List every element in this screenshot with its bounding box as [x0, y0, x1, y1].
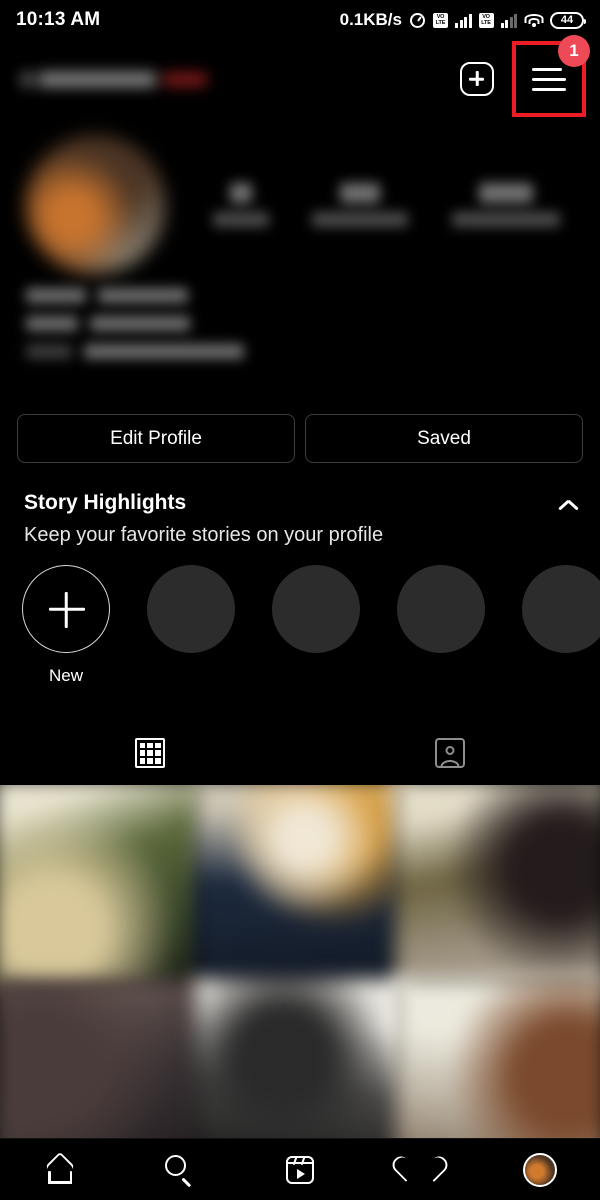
new-highlight-button[interactable]: New [22, 565, 110, 686]
create-post-button[interactable] [460, 62, 494, 96]
sim1-volte-icon: VO LTE [433, 12, 448, 28]
story-highlights-header: Story Highlights Keep your favorite stor… [0, 491, 600, 547]
tagged-photos-icon [435, 738, 465, 768]
tab-tagged[interactable] [300, 722, 600, 784]
sim2-volte-icon: VO LTE [478, 12, 494, 28]
sim1-signal-icon [455, 12, 472, 28]
grid-post-thumbnail[interactable] [0, 979, 205, 1140]
avatar-icon [523, 1152, 557, 1187]
heart-icon [405, 1156, 435, 1183]
bio-line [26, 288, 356, 303]
network-speed-text: 0.1KB/s [339, 10, 402, 29]
instagram-profile-screen: 10:13 AM 0.1KB/s VO LTE VO LTE 44 1 Edit… [0, 0, 600, 1200]
grid-post-thumbnail[interactable] [395, 785, 600, 989]
profile-avatar[interactable] [25, 135, 165, 275]
home-icon [45, 1151, 75, 1184]
status-icons: 0.1KB/s VO LTE VO LTE 44 [339, 10, 586, 30]
content-tabs [0, 722, 600, 784]
plus-icon [22, 565, 110, 653]
hamburger-menu-button[interactable]: 1 [512, 35, 590, 117]
profile-stats [165, 183, 600, 227]
header-actions: 1 [460, 35, 590, 117]
stat-posts[interactable] [212, 183, 269, 227]
nav-search[interactable] [150, 1148, 210, 1192]
battery-indicator: 44 [550, 11, 586, 29]
highlight-placeholder[interactable] [522, 565, 600, 653]
nav-home[interactable] [30, 1148, 90, 1192]
photo-grid [0, 785, 600, 1140]
bio-line [26, 344, 356, 359]
sim2-signal-icon [500, 12, 517, 28]
stat-following[interactable] [452, 183, 561, 227]
bottom-navigation-bar [0, 1138, 600, 1200]
grid-post-thumbnail[interactable] [194, 979, 406, 1140]
tab-grid[interactable] [0, 722, 300, 784]
nav-activity[interactable] [390, 1148, 450, 1192]
wifi-icon [524, 13, 543, 28]
nav-reels[interactable] [270, 1148, 330, 1192]
highlight-placeholder[interactable] [147, 565, 235, 653]
reels-icon [286, 1155, 314, 1184]
profile-action-buttons: Edit Profile Saved [0, 414, 600, 463]
username-title[interactable] [22, 71, 207, 87]
profile-summary [0, 135, 600, 275]
grid-post-thumbnail[interactable] [0, 785, 205, 989]
story-highlights-subtitle: Keep your favorite stories on your profi… [24, 524, 384, 546]
chevron-up-icon[interactable] [559, 499, 578, 518]
grid-post-thumbnail[interactable] [395, 979, 600, 1140]
menu-notification-badge: 1 [558, 35, 590, 67]
search-icon [165, 1154, 195, 1188]
story-highlights-title: Story Highlights [24, 491, 187, 514]
status-time: 10:13 AM [16, 9, 101, 30]
status-bar: 10:13 AM 0.1KB/s VO LTE VO LTE 44 [0, 0, 600, 40]
hamburger-menu-icon [532, 67, 566, 91]
bio-line [26, 316, 356, 331]
edit-profile-button[interactable]: Edit Profile [17, 414, 295, 463]
nav-profile[interactable] [510, 1148, 570, 1192]
profile-header: 1 [0, 35, 600, 118]
highlight-placeholder[interactable] [397, 565, 485, 653]
profile-bio [26, 288, 356, 372]
story-highlights-row[interactable]: New [0, 565, 600, 685]
stat-followers[interactable] [312, 183, 409, 227]
highlight-placeholder[interactable] [272, 565, 360, 653]
grid-post-thumbnail[interactable] [194, 785, 406, 989]
alarm-clock-icon [409, 12, 426, 29]
saved-button[interactable]: Saved [305, 414, 583, 463]
new-highlight-label: New [48, 666, 83, 685]
grid-icon [135, 738, 165, 768]
